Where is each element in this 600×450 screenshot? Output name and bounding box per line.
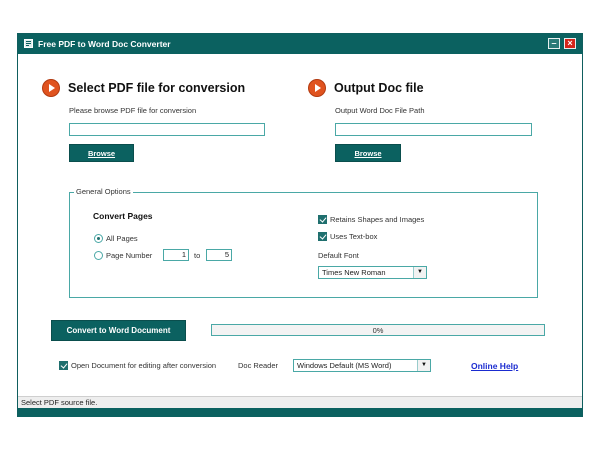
general-options-group: General Options Convert Pages All Pages … [69,187,538,298]
close-button[interactable]: × [564,38,576,49]
minimize-icon: – [551,38,557,48]
all-pages-radio[interactable] [94,234,103,243]
convert-pages-label: Convert Pages [93,211,153,221]
minimize-button[interactable]: – [548,38,560,49]
arrow-circle-icon [308,79,326,97]
default-font-select[interactable]: Times New Roman ▼ [318,266,427,279]
online-help-link[interactable]: Online Help [471,361,518,371]
app-window: Free PDF to Word Doc Converter – × Selec… [17,33,583,417]
convert-button-label: Convert to Word Document [66,326,171,335]
doc-reader-label: Doc Reader [238,361,279,370]
output-hint: Output Word Doc File Path [335,106,425,115]
input-section-header: Select PDF file for conversion [42,79,245,97]
default-font-label: Default Font [318,251,359,260]
status-text: Select PDF source file. [21,398,98,407]
input-section-title: Select PDF file for conversion [68,81,246,95]
retain-shapes-checkbox[interactable] [318,215,327,224]
open-document-label[interactable]: Open Document for editing after conversi… [71,361,216,370]
doc-path-input[interactable] [335,123,532,136]
dropdown-arrow-icon[interactable]: ▼ [413,267,426,278]
all-pages-label[interactable]: All Pages [106,234,138,243]
to-label: to [194,251,201,260]
title-bar: Free PDF to Word Doc Converter – × [18,34,582,54]
arrow-circle-icon [42,79,60,97]
pdf-path-input[interactable] [69,123,265,136]
page-from-input[interactable]: 1 [163,249,189,261]
output-section-title: Output Doc file [334,81,424,95]
bottom-accent-bar [18,408,582,417]
browse-pdf-button[interactable]: Browse [69,144,134,162]
open-document-checkbox[interactable] [59,361,68,370]
default-font-value: Times New Roman [322,268,386,277]
window-title: Free PDF to Word Doc Converter [38,39,171,49]
app-icon [24,39,33,48]
doc-reader-select[interactable]: Windows Default (MS Word) ▼ [293,359,431,372]
progress-text: 0% [372,326,384,335]
browse-doc-button[interactable]: Browse [335,144,401,162]
retain-shapes-label[interactable]: Retains Shapes and Images [330,215,424,224]
uses-textbox-checkbox[interactable] [318,232,327,241]
general-options-legend: General Options [74,187,133,196]
browse-doc-label: Browse [354,148,382,158]
conversion-progress-bar: 0% [211,324,545,336]
uses-textbox-label[interactable]: Uses Text-box [330,232,377,241]
browse-pdf-label: Browse [87,148,116,158]
input-hint: Please browse PDF file for conversion [69,106,197,115]
dropdown-arrow-icon[interactable]: ▼ [417,360,430,371]
page-to-input[interactable]: 5 [206,249,232,261]
output-section-header: Output Doc file [308,79,424,97]
doc-reader-value: Windows Default (MS Word) [297,361,392,370]
status-bar: Select PDF source file. [18,396,582,408]
convert-button[interactable]: Convert to Word Document [51,320,186,341]
page-number-radio[interactable] [94,251,103,260]
page-number-label[interactable]: Page Number [106,251,152,260]
close-icon: × [567,38,573,48]
